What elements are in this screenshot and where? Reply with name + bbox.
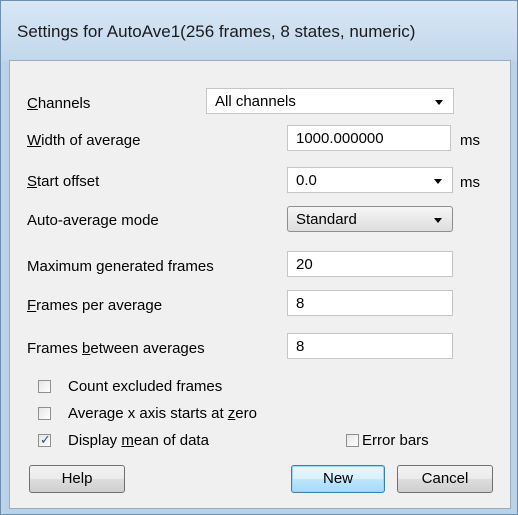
channels-value: All channels xyxy=(215,93,296,110)
display-mean-label: Display mean of data xyxy=(68,432,209,449)
width-value: 1000.000000 xyxy=(296,130,384,147)
count-excluded-label: Count excluded frames xyxy=(68,378,223,395)
count-excluded-checkbox[interactable] xyxy=(38,380,51,393)
xaxis-zero-checkbox[interactable] xyxy=(38,407,51,420)
help-button[interactable]: Help xyxy=(29,465,125,493)
frames-between-label: Frames between averages xyxy=(27,340,205,357)
xaxis-zero-label: Average x axis starts at zero xyxy=(68,405,257,422)
max-frames-input[interactable]: 20 xyxy=(287,251,453,277)
settings-dialog: Settings for AutoAve1(256 frames, 8 stat… xyxy=(0,0,518,515)
window-title: Settings for AutoAve1(256 frames, 8 stat… xyxy=(17,22,416,41)
check-icon: ✓ xyxy=(40,432,51,447)
title-bar[interactable]: Settings for AutoAve1(256 frames, 8 stat… xyxy=(1,1,517,61)
width-unit: ms xyxy=(460,132,480,149)
max-frames-label: Maximum generated frames xyxy=(27,258,214,275)
cancel-button[interactable]: Cancel xyxy=(397,465,493,493)
channels-label: Channels xyxy=(27,95,91,112)
start-offset-label: Start offset xyxy=(27,173,100,190)
width-input[interactable]: 1000.000000 xyxy=(287,125,451,151)
frames-between-input[interactable]: 8 xyxy=(287,333,453,359)
dialog-body: Channels All channels Width of average 1… xyxy=(9,60,511,509)
channels-dropdown[interactable]: All channels xyxy=(206,88,454,114)
mode-value: Standard xyxy=(296,211,357,228)
frames-between-value: 8 xyxy=(296,338,305,355)
start-offset-value: 0.0 xyxy=(296,172,317,189)
display-mean-checkbox[interactable]: ✓ xyxy=(38,432,51,447)
start-offset-combo[interactable]: 0.0 xyxy=(287,167,453,193)
frames-per-average-value: 8 xyxy=(296,295,305,312)
error-bars-checkbox[interactable] xyxy=(346,434,359,447)
chevron-down-icon xyxy=(434,179,442,184)
max-frames-value: 20 xyxy=(296,256,313,273)
chevron-down-icon xyxy=(435,100,443,105)
mode-label: Auto-average mode xyxy=(27,212,159,229)
chevron-down-icon xyxy=(434,218,442,223)
mode-dropdown[interactable]: Standard xyxy=(287,206,453,232)
start-offset-unit: ms xyxy=(460,174,480,191)
error-bars-label: Error bars xyxy=(362,432,429,449)
width-label: Width of average xyxy=(27,132,141,149)
frames-per-average-label: Frames per average xyxy=(27,297,163,314)
frames-per-average-input[interactable]: 8 xyxy=(287,290,453,316)
new-button[interactable]: New xyxy=(291,465,385,493)
